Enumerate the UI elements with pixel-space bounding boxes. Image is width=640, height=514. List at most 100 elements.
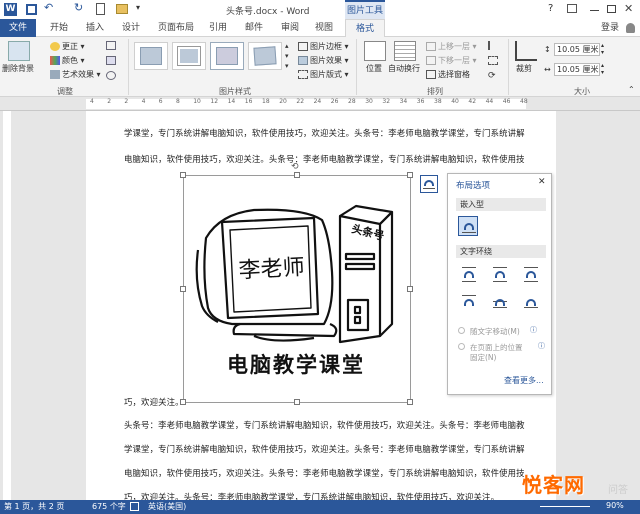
rotate-icon[interactable]: ⟳ [488,71,496,81]
crop-button[interactable]: 裁剪 [516,63,532,75]
ruler-number: 10 [193,98,201,105]
ruler-number: 14 [227,98,236,105]
wrap-top-bottom-option[interactable] [458,292,478,312]
proofing-icon[interactable] [130,502,139,511]
align-icon[interactable] [488,41,498,50]
crop-icon[interactable] [515,41,537,61]
move-with-text-radio[interactable] [458,327,465,334]
height-input[interactable]: 10.05 厘米 [554,43,600,56]
login-link[interactable]: 登录 [596,19,624,37]
selection-pane-button[interactable]: 选择窗格 [426,69,470,81]
picture-border-button[interactable]: 图片边框 ▾ [298,41,349,53]
help-icon[interactable]: ? [548,3,553,14]
page-count[interactable]: 第 1 页，共 2 页 [4,501,64,512]
wrap-through-option[interactable] [520,264,540,284]
picture-layout-button[interactable]: 图片版式 ▾ [298,69,349,81]
resize-handle-br[interactable] [407,399,413,405]
ruler-number: 38 [434,98,442,105]
picture-style-1[interactable] [134,42,168,70]
resize-handle-tl[interactable] [180,172,186,178]
word-count[interactable]: 675 个字 [92,501,126,512]
height-spinner-icon[interactable]: ▴ ▾ [601,42,604,56]
styles-scroll-up-icon[interactable]: ▴ [285,42,289,50]
ruler-number: 42 [468,98,477,105]
close-icon[interactable]: ✕ [624,2,633,15]
bring-forward-button[interactable]: 上移一层 ▾ [426,41,477,53]
open-folder-icon[interactable] [116,4,128,14]
undo-icon[interactable]: ↶ [44,1,53,14]
zoom-level[interactable]: 90% [606,501,624,510]
wrap-inline-option[interactable] [458,216,478,236]
language-status[interactable]: 英语(美国) [148,501,186,512]
word-logo-icon: W [4,3,17,16]
color-button[interactable]: 颜色 ▾ [50,55,85,67]
width-spinner-icon[interactable]: ▴ ▾ [601,62,604,76]
tab-page-layout[interactable]: 页面布局 [154,19,198,37]
compress-pictures-icon[interactable] [106,41,116,50]
resize-handle-bl[interactable] [180,399,186,405]
see-more-link[interactable]: 查看更多... [504,375,544,386]
send-backward-button[interactable]: 下移一层 ▾ [426,55,477,67]
tab-review[interactable]: 审阅 [276,19,304,37]
vertical-ruler[interactable] [0,111,14,500]
inline-section-label: 嵌入型 [460,200,484,209]
horizontal-ruler[interactable]: 4 2 2 4 6 8 10 12 14 16 18 20 22 24 26 28 30 32 34 36 38 40 42… [0,97,640,111]
move-with-text-info-icon[interactable]: ⓘ [530,325,537,335]
wrap-text-icon[interactable] [394,41,416,61]
picture-style-3[interactable] [210,42,244,70]
picture-style-2[interactable] [172,42,206,70]
corrections-button[interactable]: 更正 ▾ [50,41,85,53]
change-picture-icon[interactable] [106,56,116,65]
zoom-slider[interactable] [540,506,590,507]
resize-handle-tc[interactable] [294,172,300,178]
minimize-icon[interactable] [590,10,599,11]
tab-design[interactable]: 设计 [116,19,146,37]
tab-home[interactable]: 开始 [44,19,74,37]
palette-icon [50,56,60,65]
tab-file[interactable]: 文件 [0,19,36,37]
picture-style-4[interactable] [248,42,282,70]
quick-access-dropdown-icon[interactable]: ▾ [136,3,140,12]
position-icon[interactable] [364,41,386,61]
bring-forward-label: 上移一层 [438,42,470,51]
fix-position-info-icon[interactable]: ⓘ [538,341,545,351]
resize-handle-bc[interactable] [294,399,300,405]
save-icon[interactable] [26,4,37,15]
group-icon[interactable] [488,56,498,65]
styles-more-icon[interactable]: ▾ [285,62,289,70]
new-doc-icon[interactable] [96,3,105,15]
wrap-text-button[interactable]: 自动换行 [388,63,420,75]
ribbon: 删除背景 更正 ▾ 颜色 ▾ 艺术效果 ▾ 调整 ▴ ▾ ▾ 图片边框 ▾ 图片… [0,37,640,97]
resize-handle-mr[interactable] [407,286,413,292]
width-input[interactable]: 10.05 厘米 [554,63,600,76]
tab-format[interactable]: 格式 [345,19,385,37]
user-icon[interactable] [626,23,635,33]
wrap-square-option[interactable] [458,264,478,284]
wrap-behind-text-option[interactable] [489,292,509,312]
panel-close-icon[interactable]: ✕ [538,177,546,187]
remove-background-button[interactable]: 删除背景 [2,63,34,75]
selected-picture[interactable]: 李老师 头条号 电脑教学课堂 ⟲ [180,162,413,405]
wrap-tight-option[interactable] [489,264,509,284]
tab-view[interactable]: 视图 [310,19,338,37]
styles-scroll-down-icon[interactable]: ▾ [285,52,289,60]
remove-background-icon[interactable] [8,41,30,61]
reset-picture-icon[interactable] [106,71,116,80]
wrap-in-front-option[interactable] [520,292,540,312]
tab-insert[interactable]: 插入 [80,19,110,37]
position-button[interactable]: 位置 [366,63,382,75]
picture-effects-button[interactable]: 图片效果 ▾ [298,55,349,67]
layout-options-button[interactable] [420,175,438,193]
tab-references[interactable]: 引用 [204,19,232,37]
artistic-effects-button[interactable]: 艺术效果 ▾ [50,69,101,81]
resize-handle-tr[interactable] [407,172,413,178]
rotate-handle-icon[interactable]: ⟲ [291,162,299,172]
title-bar: W ↶ ↻ ▾ 头条号.docx - Word ? ✕ [0,0,640,19]
redo-icon[interactable]: ↻ [74,1,83,14]
fix-position-radio[interactable] [458,343,465,350]
ribbon-display-icon[interactable] [567,4,577,13]
tab-mailings[interactable]: 邮件 [240,19,268,37]
restore-icon[interactable] [607,5,616,13]
resize-handle-ml[interactable] [180,286,186,292]
collapse-ribbon-icon[interactable]: ⌃ [628,85,635,94]
